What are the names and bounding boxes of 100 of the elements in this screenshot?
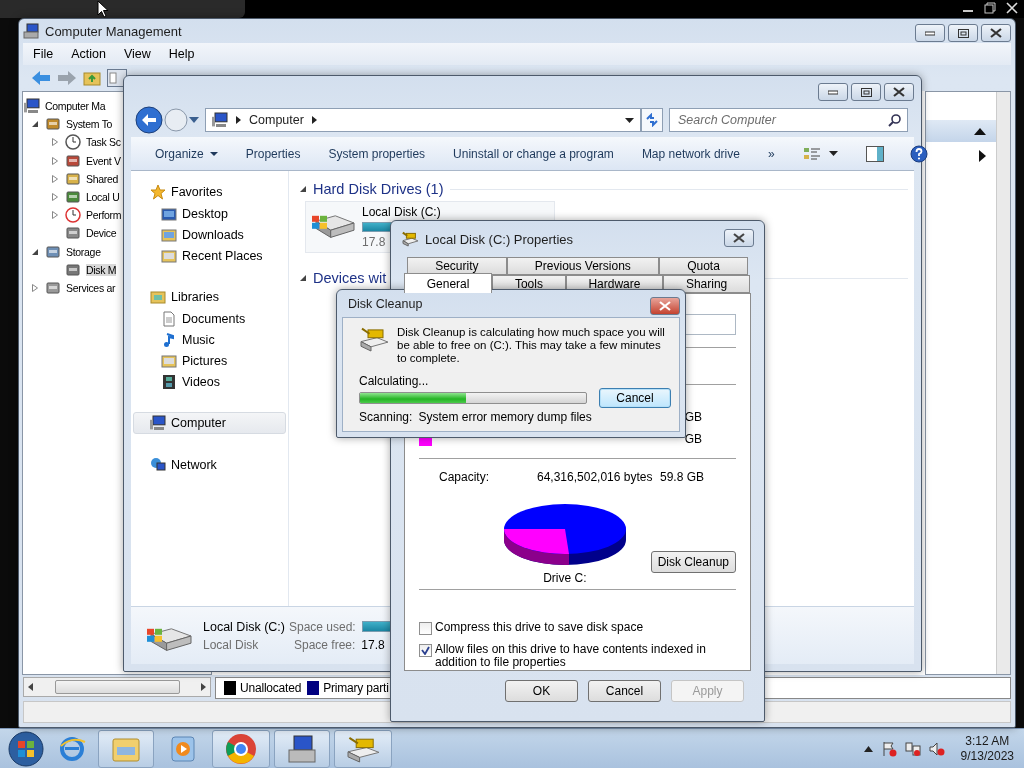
tree-item[interactable]: System To — [66, 118, 113, 131]
console-tree-icon[interactable] — [107, 69, 127, 87]
minimize-icon[interactable] — [925, 30, 935, 36]
muted-speaker-icon[interactable] — [928, 740, 945, 757]
search-icon[interactable] — [888, 113, 901, 127]
back-arrow-icon[interactable] — [31, 70, 51, 86]
taskbar-button[interactable] — [212, 729, 270, 768]
refresh-icon[interactable] — [645, 113, 659, 127]
checkbox-label[interactable]: Allow files on this drive to have contents indexed in addition to file properties — [435, 643, 735, 669]
help-icon[interactable] — [909, 144, 928, 163]
more-commands-button[interactable]: » — [753, 146, 789, 161]
menu-item[interactable]: File — [23, 47, 62, 61]
submenu-arrow-icon[interactable] — [979, 150, 986, 162]
nav-item[interactable]: Videos — [133, 371, 288, 392]
menu-item[interactable]: View — [113, 47, 159, 61]
minimize-icon[interactable] — [828, 89, 838, 95]
nav-item[interactable]: Documents — [133, 308, 288, 329]
checkbox-label[interactable]: Compress this drive to save disk space — [435, 621, 735, 634]
scroll-thumb[interactable] — [54, 680, 180, 694]
vertical-scrollbar[interactable] — [996, 92, 1010, 674]
nav-item[interactable]: Favorites — [133, 181, 286, 203]
dropdown-caret-icon[interactable] — [828, 151, 838, 156]
up-folder-icon[interactable] — [83, 70, 101, 86]
expand-arrow-icon[interactable] — [51, 211, 59, 220]
expand-arrow-icon[interactable] — [51, 193, 59, 202]
tree-item[interactable]: Device — [86, 227, 117, 240]
tree-item[interactable]: Storage — [66, 245, 101, 258]
nav-item[interactable]: Downloads — [133, 224, 288, 245]
history-dropdown-icon[interactable] — [189, 117, 199, 123]
preview-pane-icon[interactable] — [865, 145, 884, 162]
nav-item[interactable]: Music — [133, 329, 288, 350]
dialog-button[interactable]: OK — [505, 680, 578, 702]
scroll-left-icon[interactable] — [28, 683, 33, 691]
tab[interactable]: Quota — [659, 257, 748, 275]
collapse-arrow-icon[interactable] — [31, 247, 39, 256]
maximize-icon[interactable] — [957, 28, 969, 38]
nav-item[interactable]: Pictures — [133, 350, 288, 371]
toolbar-button[interactable]: Map network drive — [627, 146, 754, 161]
nav-item[interactable]: Network — [133, 454, 286, 476]
menu-item[interactable]: Action — [61, 47, 114, 61]
expand-arrow-icon[interactable] — [31, 283, 39, 292]
dropdown-caret-icon[interactable] — [625, 117, 634, 123]
search-field[interactable]: Search Computer — [669, 108, 908, 132]
breadcrumb-item[interactable]: Computer — [249, 113, 304, 127]
disk-cleanup-button[interactable]: Disk Cleanup — [650, 551, 736, 573]
chrome-browser-icon[interactable] — [225, 732, 257, 765]
cancel-button[interactable]: Cancel — [599, 388, 671, 408]
organize-menu[interactable]: Organize — [141, 146, 232, 161]
tree-item[interactable]: Task Sc — [86, 136, 121, 149]
scroll-right-icon[interactable] — [201, 683, 206, 691]
view-options-icon[interactable] — [802, 145, 821, 162]
nav-item[interactable]: Libraries — [133, 286, 286, 308]
nav-item[interactable]: Computer — [133, 412, 286, 434]
start-button-icon[interactable] — [6, 729, 46, 768]
tree-item[interactable]: Computer Ma — [45, 100, 106, 113]
close-button[interactable] — [884, 83, 914, 101]
clock-date[interactable]: 9/13/2023 — [960, 749, 1014, 763]
dropdown-caret-icon[interactable] — [209, 151, 218, 156]
taskbar-button[interactable] — [274, 729, 330, 768]
tab[interactable]: Sharing — [663, 275, 750, 293]
nav-item[interactable]: Desktop — [133, 203, 288, 224]
menu-item[interactable]: Help — [158, 47, 203, 61]
tree-item[interactable]: Local U — [86, 191, 120, 204]
checkbox[interactable] — [419, 622, 432, 635]
back-button-icon[interactable] — [135, 106, 163, 134]
tab[interactable]: Security — [407, 257, 507, 275]
horizontal-scrollbar[interactable] — [23, 677, 211, 697]
close-icon[interactable] — [990, 28, 1002, 38]
expand-arrow-icon[interactable] — [51, 156, 59, 165]
tree-item[interactable]: Services ar — [66, 281, 116, 294]
close-icon[interactable] — [733, 233, 745, 243]
close-button[interactable] — [724, 229, 754, 247]
toolbar-button[interactable]: System properties — [314, 146, 440, 161]
restore-icon[interactable] — [984, 2, 996, 14]
tree-item[interactable]: Disk M — [86, 263, 117, 276]
checkbox[interactable] — [419, 644, 432, 657]
collapse-arrow-icon[interactable] — [974, 127, 986, 135]
toolbar-button[interactable]: Properties — [231, 146, 315, 161]
taskbar-button[interactable] — [334, 729, 392, 768]
dialog-button[interactable]: Cancel — [588, 680, 661, 702]
media-player-icon[interactable] — [170, 734, 196, 763]
close-button[interactable] — [981, 24, 1011, 42]
tree-item[interactable]: Event V — [86, 154, 121, 167]
maximize-button[interactable] — [948, 24, 978, 42]
flag-icon[interactable] — [880, 740, 897, 757]
tree-item[interactable]: Shared — [86, 172, 119, 185]
computer-management-icon[interactable] — [286, 733, 318, 764]
minimize-button[interactable] — [915, 24, 945, 42]
maximize-button[interactable] — [851, 83, 881, 101]
expand-arrow-icon[interactable] — [51, 138, 59, 147]
close-button[interactable] — [650, 297, 680, 315]
tab[interactable]: Previous Versions — [506, 257, 659, 275]
address-bar[interactable]: Computer — [205, 108, 641, 132]
group-heading[interactable]: Hard Disk Drives (1) — [313, 181, 444, 197]
tab[interactable]: General — [404, 273, 493, 293]
pane-header[interactable] — [926, 120, 996, 142]
tree-item[interactable]: Perform — [86, 209, 122, 222]
refresh-button[interactable] — [641, 108, 663, 132]
clock-time[interactable]: 3:12 AM — [965, 734, 1010, 748]
group-heading[interactable]: Devices wit — [313, 270, 387, 286]
